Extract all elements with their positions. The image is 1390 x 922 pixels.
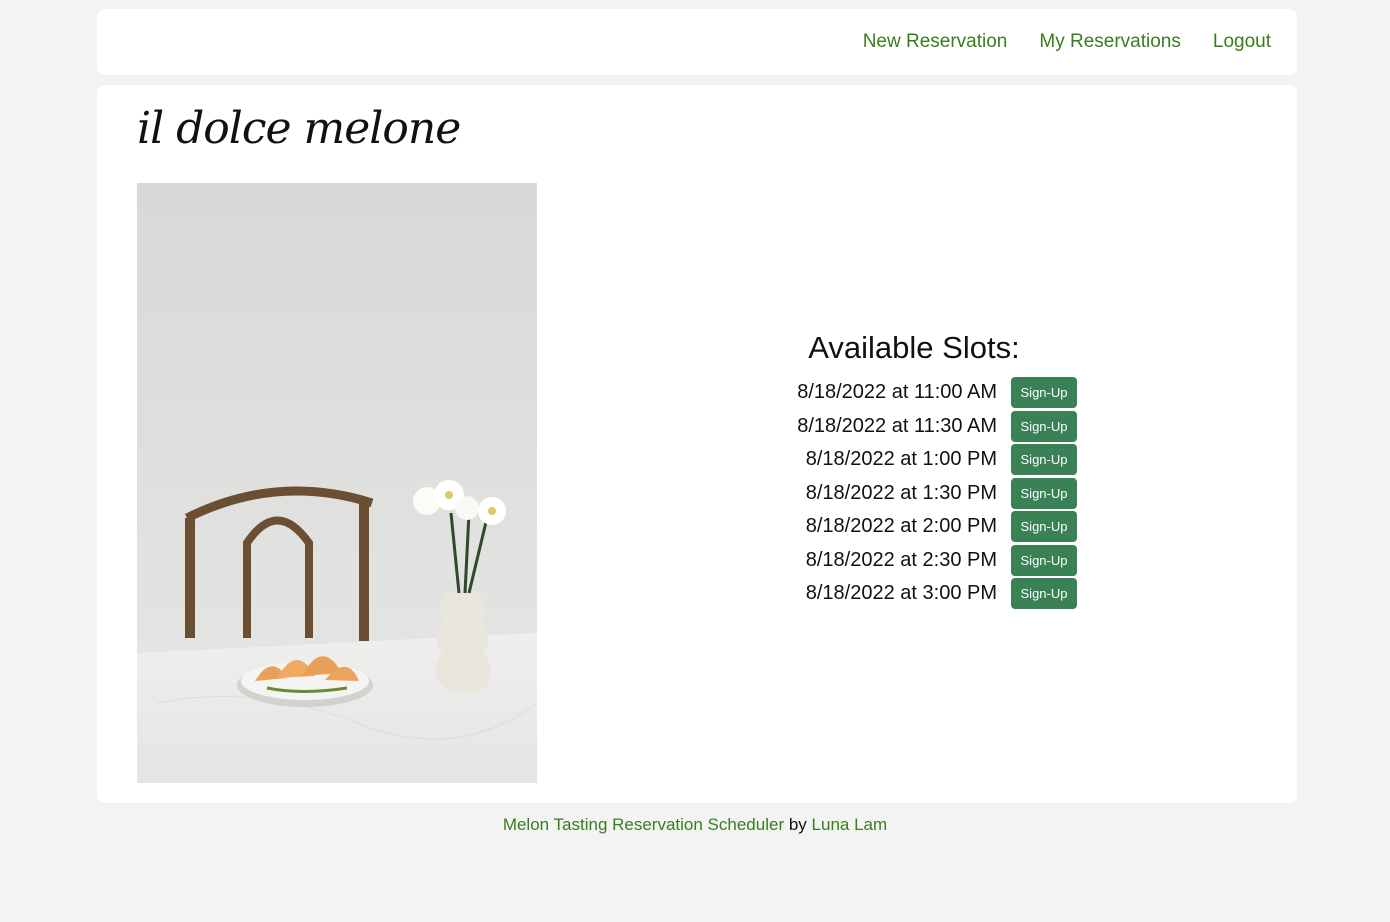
nav-links: New Reservation My Reservations Logout bbox=[863, 9, 1271, 75]
slot-row: 8/18/2022 at 2:30 PM Sign-Up bbox=[737, 544, 1087, 578]
signup-button[interactable]: Sign-Up bbox=[1011, 377, 1077, 409]
slot-row: 8/18/2022 at 11:00 AM Sign-Up bbox=[737, 376, 1087, 410]
slot-row: 8/18/2022 at 2:00 PM Sign-Up bbox=[737, 510, 1087, 544]
footer-by-text: by bbox=[788, 815, 807, 834]
slot-time: 8/18/2022 at 1:30 PM bbox=[805, 481, 997, 504]
footer: Melon Tasting Reservation Scheduler by L… bbox=[0, 815, 1390, 835]
nav-new-reservation-link[interactable]: New Reservation bbox=[863, 31, 1008, 53]
slot-time: 8/18/2022 at 2:00 PM bbox=[805, 515, 997, 538]
signup-button[interactable]: Sign-Up bbox=[1011, 511, 1077, 543]
available-slots-panel: Available Slots: 8/18/2022 at 11:00 AM S… bbox=[737, 330, 1087, 611]
slot-time: 8/18/2022 at 3:00 PM bbox=[805, 582, 997, 605]
slot-time: 8/18/2022 at 2:30 PM bbox=[805, 548, 997, 571]
nav-my-reservations-link[interactable]: My Reservations bbox=[1039, 31, 1181, 53]
signup-button[interactable]: Sign-Up bbox=[1011, 477, 1077, 509]
top-navbar: New Reservation My Reservations Logout bbox=[97, 9, 1297, 75]
main-card: il dolce melone Available Slots: 8/18/20… bbox=[97, 85, 1297, 803]
signup-button[interactable]: Sign-Up bbox=[1011, 410, 1077, 442]
signup-button[interactable]: Sign-Up bbox=[1011, 578, 1077, 610]
slot-time: 8/18/2022 at 1:00 PM bbox=[805, 448, 997, 471]
slot-row: 8/18/2022 at 3:00 PM Sign-Up bbox=[737, 577, 1087, 611]
signup-button[interactable]: Sign-Up bbox=[1011, 544, 1077, 576]
slot-row: 8/18/2022 at 1:00 PM Sign-Up bbox=[737, 443, 1087, 477]
nav-logout-link[interactable]: Logout bbox=[1213, 31, 1271, 53]
slot-row: 8/18/2022 at 11:30 AM Sign-Up bbox=[737, 410, 1087, 444]
signup-button[interactable]: Sign-Up bbox=[1011, 444, 1077, 476]
slot-time: 8/18/2022 at 11:00 AM bbox=[797, 381, 997, 404]
footer-app-link[interactable]: Melon Tasting Reservation Scheduler bbox=[503, 815, 784, 834]
brand-title: il dolce melone bbox=[137, 103, 461, 154]
footer-author-link[interactable]: Luna Lam bbox=[812, 815, 888, 834]
slot-row: 8/18/2022 at 1:30 PM Sign-Up bbox=[737, 477, 1087, 511]
melon-table-photo bbox=[137, 183, 537, 783]
slot-time: 8/18/2022 at 11:30 AM bbox=[797, 414, 997, 437]
slots-heading: Available Slots: bbox=[808, 330, 1020, 365]
